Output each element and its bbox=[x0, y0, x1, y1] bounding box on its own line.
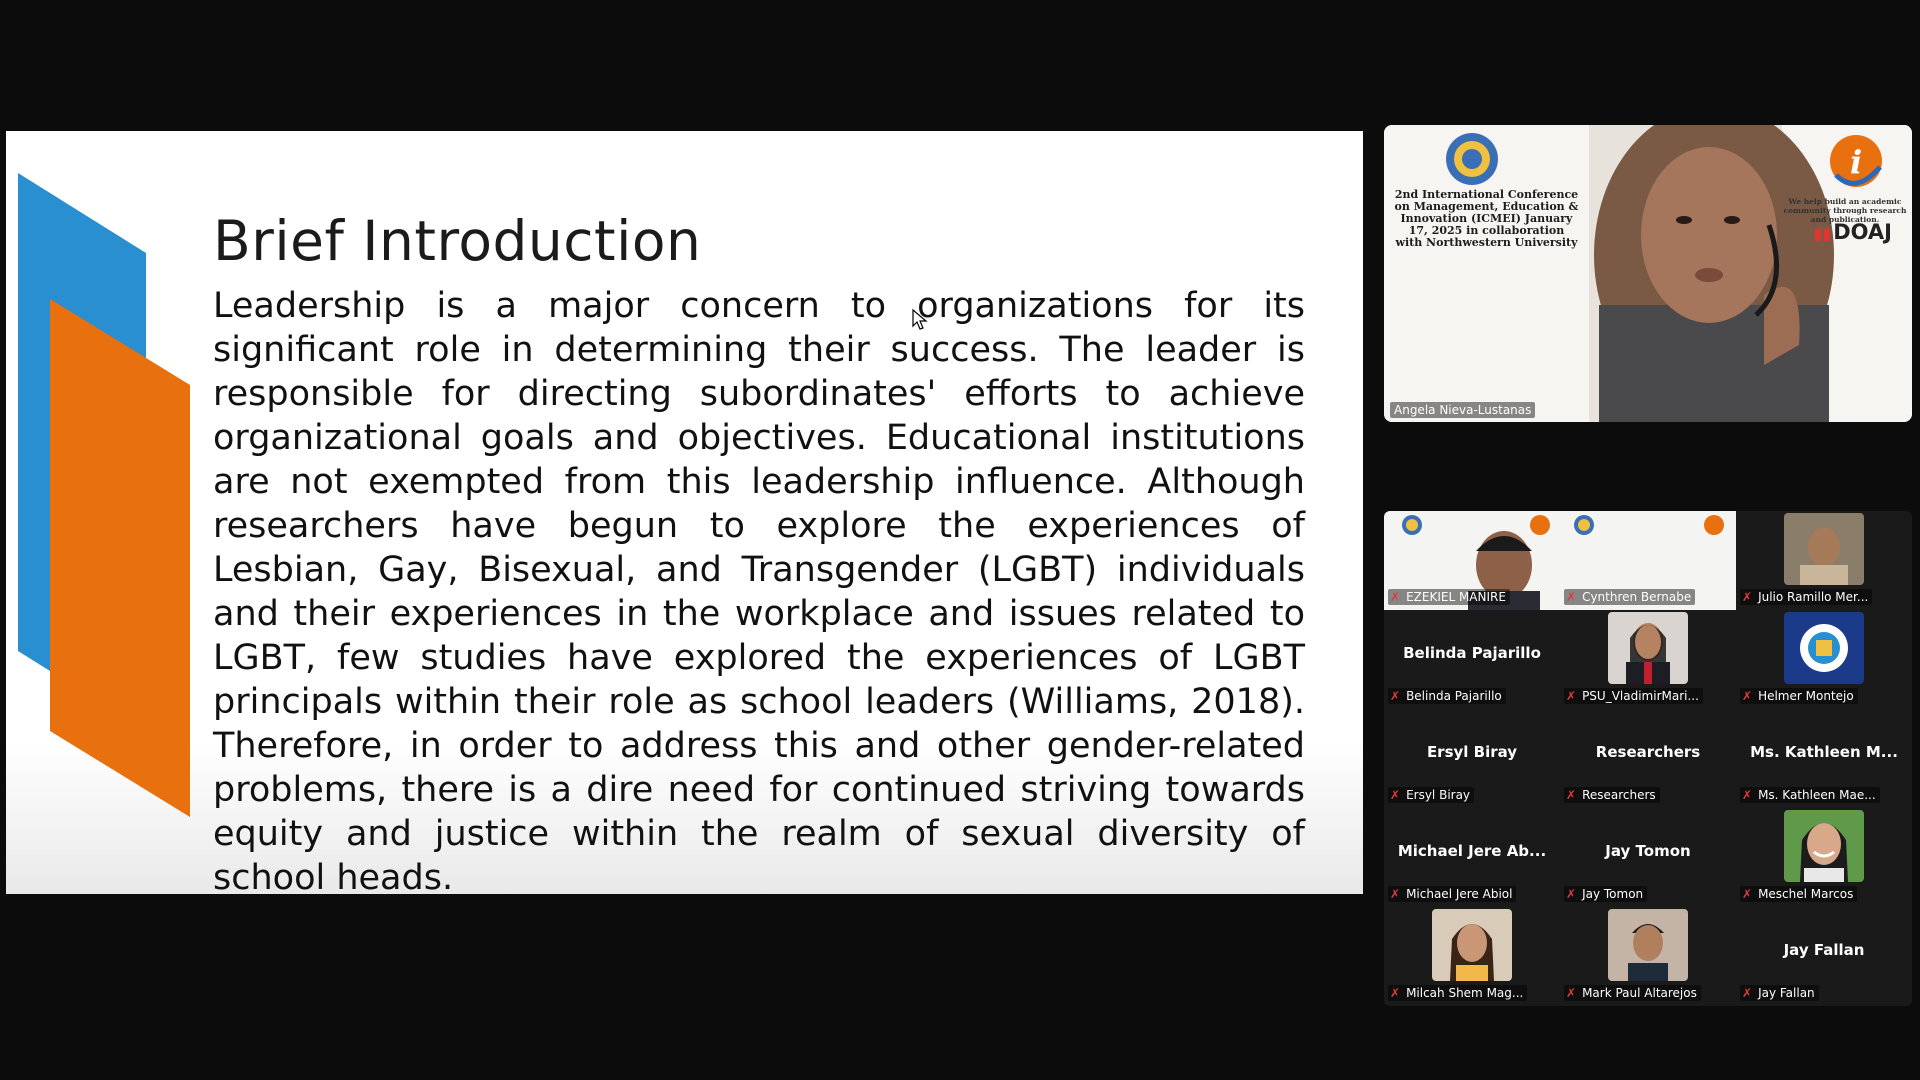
mic-muted-icon: ✗ bbox=[1742, 986, 1753, 1000]
participant-video bbox=[1784, 612, 1864, 684]
participant-name-label: ✗ Julio Ramillo Mer... bbox=[1740, 589, 1873, 605]
active-speaker-video[interactable]: 2nd International Conference on Manageme… bbox=[1384, 125, 1912, 422]
mic-muted-icon: ✗ bbox=[1742, 788, 1753, 802]
participant-name-label: ✗ Cynthren Bernabe bbox=[1564, 589, 1696, 605]
participant-tile[interactable]: ✗ PSU_VladimirMari... bbox=[1560, 610, 1736, 709]
participant-name-label: ✗ Meschel Marcos bbox=[1740, 886, 1858, 902]
participant-tile[interactable]: Ms. Kathleen M... ✗ Ms. Kathleen Mae... bbox=[1736, 709, 1912, 808]
participant-tile[interactable]: Researchers ✗ Researchers bbox=[1560, 709, 1736, 808]
mic-muted-icon: ✗ bbox=[1566, 986, 1577, 1000]
shared-slide: Brief Introduction Leadership is a major… bbox=[6, 131, 1363, 894]
participant-name-label: ✗ Helmer Montejo bbox=[1740, 688, 1858, 704]
mic-muted-icon: ✗ bbox=[1390, 986, 1401, 1000]
mic-muted-icon: ✗ bbox=[1390, 788, 1401, 802]
slide-body-text: Leadership is a major concern to organiz… bbox=[213, 286, 1305, 894]
mic-muted-icon: ✗ bbox=[1390, 887, 1401, 901]
participant-display-name: Michael Jere Ab... bbox=[1397, 842, 1547, 860]
slide-title: Brief Introduction bbox=[213, 209, 702, 273]
participant-name-label: ✗ Researchers bbox=[1564, 787, 1660, 803]
conference-banner-text: 2nd International Conference on Manageme… bbox=[1394, 188, 1579, 249]
participant-display-name: Researchers bbox=[1595, 743, 1701, 761]
participant-display-name: Ersyl Biray bbox=[1426, 743, 1518, 761]
participant-display-name: Jay Fallan bbox=[1783, 941, 1865, 959]
participant-video bbox=[1432, 909, 1512, 981]
participant-tile[interactable]: ✗ Milcah Shem Mag... bbox=[1384, 907, 1560, 1006]
participant-tile[interactable]: Jay Fallan ✗ Jay Fallan bbox=[1736, 907, 1912, 1006]
participant-name-label: ✗ Milcah Shem Mag... bbox=[1388, 985, 1528, 1001]
publisher-logo-icon: i bbox=[1830, 135, 1882, 187]
participant-video bbox=[1608, 909, 1688, 981]
participant-video bbox=[1784, 513, 1864, 585]
participant-gallery: ✗ EZEKIEL MANIRE ✗ Cynthren Bernabe ✗ Ju… bbox=[1384, 511, 1912, 1006]
participant-tile[interactable]: Jay Tomon ✗ Jay Tomon bbox=[1560, 808, 1736, 907]
participant-tile-wide[interactable]: ✗ EZEKIEL MANIRE ✗ Cynthren Bernabe bbox=[1384, 511, 1736, 610]
mic-muted-icon: ✗ bbox=[1742, 590, 1753, 604]
participant-name-label: ✗ Jay Fallan bbox=[1740, 985, 1819, 1001]
participant-name-label: ✗ Ersyl Biray bbox=[1388, 787, 1475, 803]
college-seal-icon bbox=[1792, 616, 1856, 680]
svg-text:i: i bbox=[1850, 143, 1862, 181]
participant-name-label: ✗ Mark Paul Altarejos bbox=[1564, 985, 1701, 1001]
participant-display-name: Ms. Kathleen M... bbox=[1750, 743, 1898, 761]
mic-muted-icon: ✗ bbox=[1566, 887, 1577, 901]
mouse-cursor-icon bbox=[912, 309, 928, 330]
mic-muted-icon: ✗ bbox=[1390, 689, 1401, 703]
speaker-name-label: Angela Nieva-Lustanas bbox=[1390, 402, 1536, 418]
mic-muted-icon: ✗ bbox=[1742, 887, 1753, 901]
participant-video bbox=[1784, 810, 1864, 882]
mic-muted-icon: ✗ bbox=[1566, 689, 1577, 703]
conference-logo-icon bbox=[1446, 133, 1498, 185]
participant-video bbox=[1608, 612, 1688, 684]
participant-name-label: ✗ PSU_VladimirMari... bbox=[1564, 688, 1703, 704]
participant-tile[interactable]: Belinda Pajarillo ✗ Belinda Pajarillo bbox=[1384, 610, 1560, 709]
participant-tile[interactable]: ✗ Meschel Marcos bbox=[1736, 808, 1912, 907]
participant-tile[interactable]: ✗ Julio Ramillo Mer... bbox=[1736, 511, 1912, 610]
doaj-mark-icon: ▮▮ bbox=[1813, 224, 1832, 243]
participant-tile[interactable]: Ersyl Biray ✗ Ersyl Biray bbox=[1384, 709, 1560, 808]
participant-display-name: Belinda Pajarillo bbox=[1403, 644, 1541, 662]
participant-name-label: ✗ EZEKIEL MANIRE bbox=[1388, 589, 1510, 605]
participant-name-label: ✗ Michael Jere Abiol bbox=[1388, 886, 1517, 902]
mic-muted-icon: ✗ bbox=[1566, 590, 1577, 604]
mic-muted-icon: ✗ bbox=[1566, 788, 1577, 802]
participant-tile[interactable]: ✗ Helmer Montejo bbox=[1736, 610, 1912, 709]
orange-shape bbox=[50, 299, 190, 817]
slide-decoration bbox=[18, 173, 190, 817]
participant-tile[interactable]: Michael Jere Ab... ✗ Michael Jere Abiol bbox=[1384, 808, 1560, 907]
participant-name-label: ✗ Ms. Kathleen Mae... bbox=[1740, 787, 1880, 803]
participant-name-label: ✗ Jay Tomon bbox=[1564, 886, 1648, 902]
participant-display-name: Jay Tomon bbox=[1605, 842, 1691, 860]
mic-muted-icon: ✗ bbox=[1742, 689, 1753, 703]
participant-tile[interactable]: ✗ Mark Paul Altarejos bbox=[1560, 907, 1736, 1006]
participant-name-label: ✗ Belinda Pajarillo bbox=[1388, 688, 1506, 704]
mic-muted-icon: ✗ bbox=[1390, 590, 1401, 604]
doaj-logo: ▮▮DOAJ bbox=[1813, 220, 1892, 244]
